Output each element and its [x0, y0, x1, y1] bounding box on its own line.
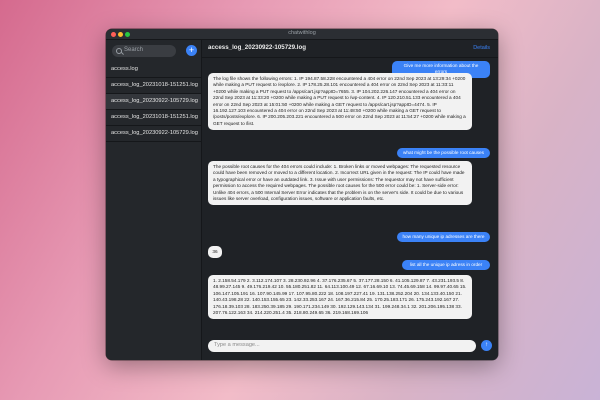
- arrow-up-icon: ↑: [485, 342, 488, 348]
- user-message: list all the unique ip adress in order: [402, 260, 490, 271]
- message-input[interactable]: Type a message...: [208, 340, 476, 352]
- assistant-message: 1. 2.158.54.179 2. 3.112.174.107 3. 28.2…: [208, 275, 472, 320]
- sidebar-item-log-selected[interactable]: access_log_20230922-105729.log: [106, 94, 201, 110]
- sidebar-item-log[interactable]: access_log_20231018-151251.log: [106, 78, 201, 94]
- message-input-placeholder: Type a message...: [214, 342, 260, 348]
- sidebar-item-log[interactable]: access.log: [106, 62, 201, 78]
- sidebar: Search + access.log access_log_20231018-…: [106, 40, 202, 360]
- search-icon: [116, 48, 122, 54]
- sidebar-item-log[interactable]: access_log_20230922-105729.log: [106, 126, 201, 142]
- assistant-message: The possible root causes for the 404 err…: [208, 161, 472, 206]
- app-window: chatwithlog Search + access.log access_l…: [106, 29, 498, 360]
- assistant-message: 36: [208, 246, 222, 259]
- chat-panel: access_log_20230922-105729.log Details G…: [202, 40, 498, 360]
- search-placeholder: Search: [124, 47, 144, 53]
- title-bar: chatwithlog: [106, 29, 498, 40]
- assistant-message: The log file shows the following errors:…: [208, 73, 472, 131]
- search-input[interactable]: Search: [112, 45, 176, 57]
- add-log-button[interactable]: +: [186, 45, 197, 56]
- sidebar-item-log[interactable]: access_log_20231018-151251.log: [106, 110, 201, 126]
- chat-title: access_log_20230922-105729.log: [208, 44, 307, 51]
- details-link[interactable]: Details: [473, 45, 490, 51]
- chat-header: access_log_20230922-105729.log Details: [202, 40, 498, 58]
- window-title: chatwithlog: [288, 30, 316, 36]
- sidebar-list: access.log access_log_20231018-151251.lo…: [106, 62, 201, 142]
- user-message: what might be the possible root causes: [397, 148, 490, 159]
- user-message: how many unique ip adresses are there: [397, 232, 490, 243]
- send-button[interactable]: ↑: [481, 340, 492, 351]
